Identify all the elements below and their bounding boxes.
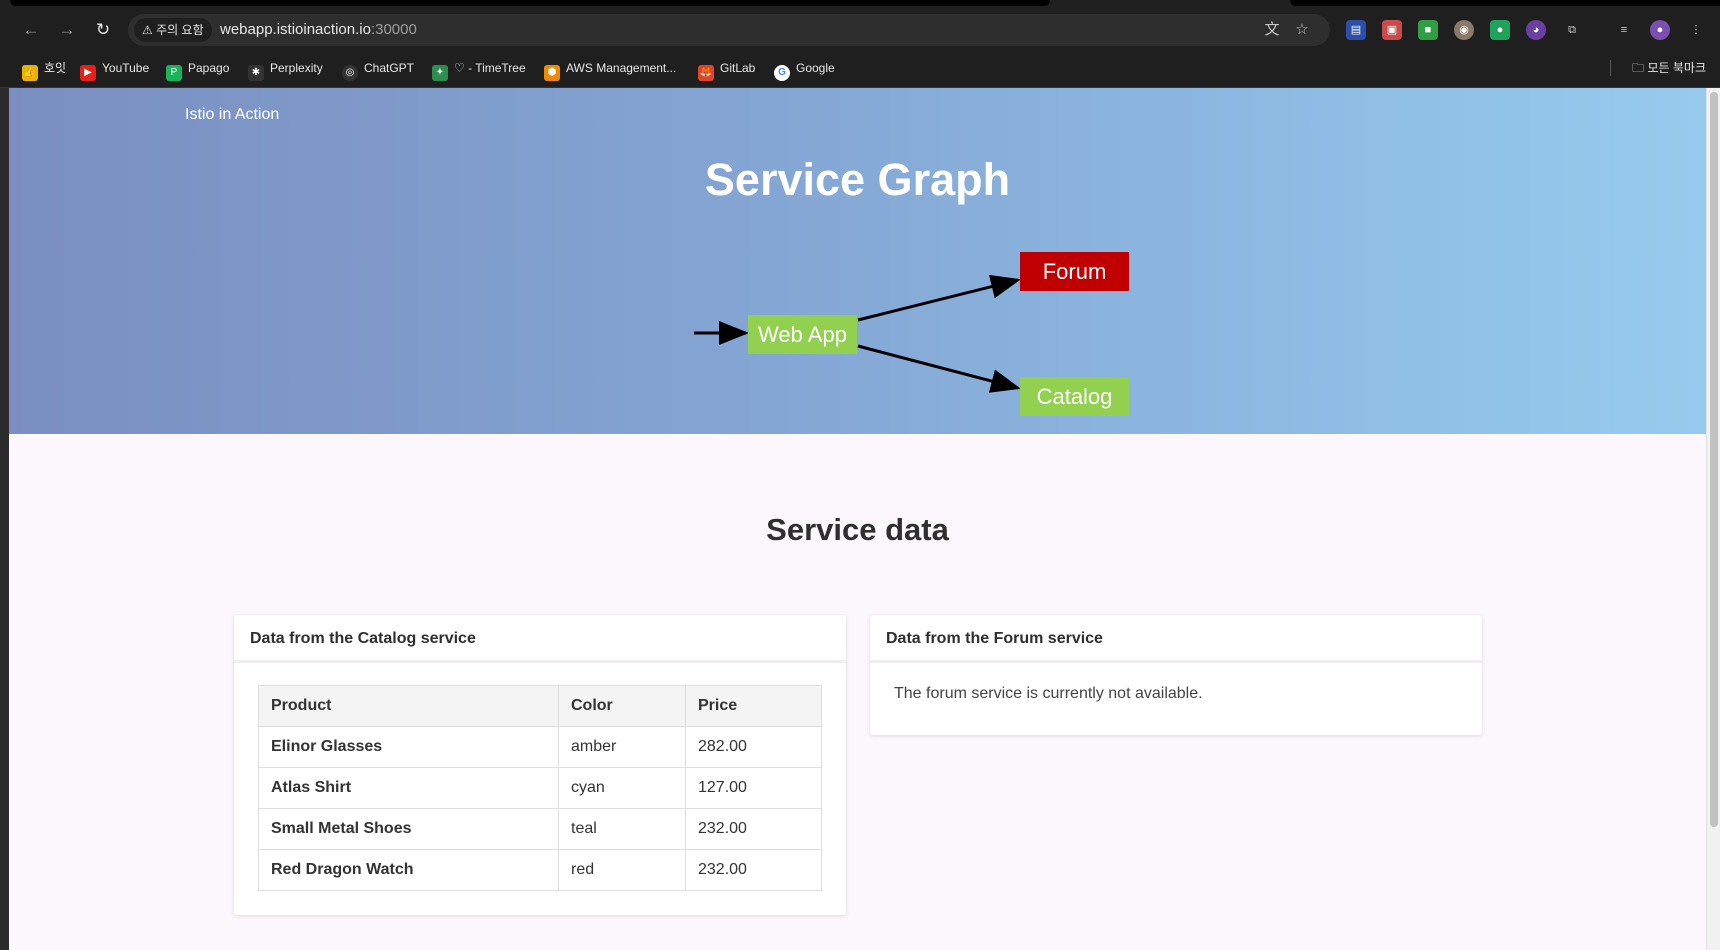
bookmark-item[interactable]: 🦊 GitLab	[698, 59, 755, 81]
bookmark-star-icon[interactable]: ☆	[1292, 20, 1312, 40]
product-color: red	[558, 849, 686, 891]
scrollbar-thumb[interactable]	[1710, 92, 1718, 827]
forum-card-title: Data from the Forum service	[870, 615, 1482, 663]
column-header-product: Product	[258, 685, 559, 727]
hero-banner: Istio in Action Service Graph Web App Fo…	[9, 88, 1706, 434]
address-bar[interactable]: ⚠ 주의 요함 webapp.istioinaction.io:30000 文 …	[128, 14, 1330, 46]
table-row: Elinor Glasses amber 282.00	[258, 726, 822, 768]
product-name: Small Metal Shoes	[258, 808, 559, 850]
column-header-color: Color	[558, 685, 686, 727]
products-table: Product Color Price Elinor Glasses amber…	[258, 685, 822, 891]
column-header-price: Price	[685, 685, 822, 727]
timetree-icon: ✦	[432, 65, 448, 81]
security-chip-label: 주의 요함	[156, 23, 204, 37]
back-arrow-icon[interactable]: ←	[20, 19, 42, 41]
extension-docs-icon[interactable]: ▤	[1346, 20, 1366, 40]
chatgpt-icon: ◎	[342, 65, 358, 81]
all-bookmarks-folder[interactable]: 🗀 모든 북마크	[1632, 59, 1706, 77]
bookmark-item[interactable]: P Papago	[166, 59, 229, 81]
extensions-puzzle-icon[interactable]: ⧉	[1562, 20, 1582, 40]
catalog-card: Data from the Catalog service Product Co…	[234, 615, 846, 915]
table-row: Atlas Shirt cyan 127.00	[258, 767, 822, 809]
extension-green-icon[interactable]: ■	[1418, 20, 1438, 40]
forward-arrow-icon[interactable]: →	[56, 19, 78, 41]
vertical-scrollbar[interactable]	[1706, 88, 1720, 950]
tab-strip	[0, 0, 1720, 12]
google-icon: G	[774, 65, 790, 81]
bookmark-item[interactable]: G Google	[774, 59, 835, 81]
section-title: Service data	[766, 512, 949, 547]
profile-avatar-icon[interactable]: ●	[1650, 20, 1670, 40]
forum-card: Data from the Forum service The forum se…	[870, 615, 1482, 735]
page-viewport: Istio in Action Service Graph Web App Fo…	[9, 88, 1706, 950]
url-text[interactable]: webapp.istioinaction.io:30000	[220, 14, 417, 46]
bookmark-item[interactable]: ◎ ChatGPT	[342, 59, 414, 81]
product-name: Red Dragon Watch	[258, 849, 559, 891]
folder-icon: 🗀	[1632, 61, 1645, 75]
forum-unavailable-message: The forum service is currently not avail…	[894, 685, 1203, 702]
url-port: :30000	[370, 21, 417, 38]
security-warning-chip[interactable]: ⚠ 주의 요함	[134, 18, 212, 42]
table-row: Small Metal Shoes teal 232.00	[258, 808, 822, 850]
thumbs-up-icon: 👍	[22, 65, 38, 81]
papago-icon: P	[166, 65, 182, 81]
bookmark-item[interactable]: ✱ Perplexity	[248, 59, 323, 81]
product-color: cyan	[558, 767, 686, 809]
perplexity-icon: ✱	[248, 65, 264, 81]
url-host: webapp.istioinaction.io	[220, 21, 371, 38]
extension-record-icon[interactable]: ●	[1490, 20, 1510, 40]
catalog-node: Catalog	[1020, 377, 1129, 416]
table-row: Red Dragon Watch red 232.00	[258, 849, 822, 891]
edge-webapp-forum	[857, 274, 1021, 322]
reload-icon[interactable]: ↻	[92, 19, 114, 41]
table-header-row: Product Color Price	[258, 685, 822, 727]
bookmark-item[interactable]: ▶ YouTube	[80, 59, 149, 81]
bookmark-item[interactable]: ✦ ♡ - TimeTree	[432, 59, 526, 81]
product-price: 232.00	[685, 849, 822, 891]
catalog-card-title: Data from the Catalog service	[234, 615, 846, 663]
forum-node-label: Forum	[1043, 259, 1107, 284]
product-color: teal	[558, 808, 686, 850]
forum-node: Forum	[1020, 252, 1129, 291]
extension-store-icon[interactable]: ▣	[1382, 20, 1402, 40]
translate-icon[interactable]: 文	[1262, 20, 1282, 40]
bookmark-item[interactable]: 👍 호잇	[22, 59, 66, 81]
product-price: 127.00	[685, 767, 822, 809]
browser-toolbar: ← → ↻ ⚠ 주의 요함 webapp.istioinaction.io:30…	[0, 12, 1720, 48]
product-name: Elinor Glasses	[258, 726, 559, 768]
bookmark-item[interactable]: ⬢ AWS Management...	[544, 59, 676, 81]
youtube-icon: ▶	[80, 65, 96, 81]
product-name: Atlas Shirt	[258, 767, 559, 809]
extension-ghost-icon[interactable]: ◕	[1526, 20, 1546, 40]
product-color: amber	[558, 726, 686, 768]
extension-owl-icon[interactable]: ◉	[1454, 20, 1474, 40]
gitlab-icon: 🦊	[698, 65, 714, 81]
product-price: 232.00	[685, 808, 822, 850]
edge-webapp-catalog	[857, 344, 1021, 393]
aws-icon: ⬢	[544, 65, 560, 81]
product-price: 282.00	[685, 726, 822, 768]
browser-menu-icon[interactable]: ⋮	[1686, 20, 1706, 40]
catalog-node-label: Catalog	[1037, 384, 1113, 409]
warning-triangle-icon: ⚠	[142, 23, 153, 37]
bookmarks-bar: 👍 호잇 ▶ YouTube P Papago ✱ Perplexity ◎ ChatGP…	[0, 48, 1720, 88]
webapp-node: Web App	[748, 315, 857, 354]
service-graph: Web App Forum Catalog	[694, 252, 1129, 416]
webapp-node-label: Web App	[758, 322, 847, 347]
reading-list-icon[interactable]: ≡	[1614, 20, 1634, 40]
